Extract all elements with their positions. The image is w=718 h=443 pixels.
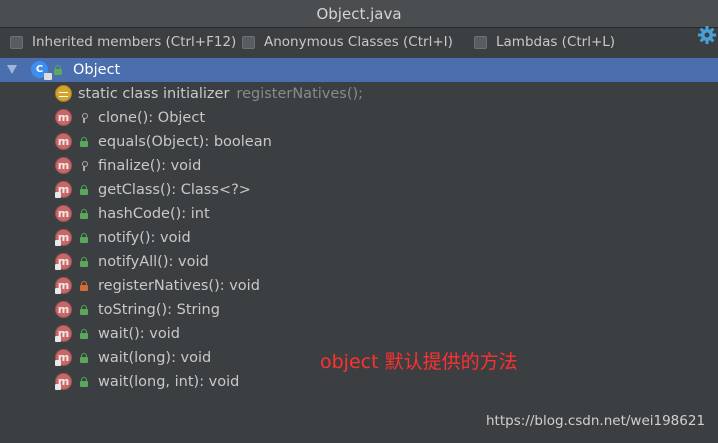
checkbox-box[interactable] xyxy=(242,35,255,49)
method-label: wait(long, int): void xyxy=(98,374,240,390)
method-label: getClass(): Class<?> xyxy=(98,182,251,198)
method-label: hashCode(): int xyxy=(98,206,210,222)
protected-key-icon xyxy=(80,161,88,171)
method-label: toString(): String xyxy=(98,302,220,318)
tree-item-method[interactable]: m finalize(): void xyxy=(0,154,718,178)
public-lock-icon xyxy=(80,209,88,219)
method-icon: m xyxy=(55,229,72,246)
public-lock-icon xyxy=(80,305,88,315)
method-icon: m xyxy=(55,205,72,222)
method-icon: m xyxy=(55,109,72,126)
tree-item-method[interactable]: m wait(): void xyxy=(0,322,718,346)
public-lock-icon xyxy=(80,185,88,195)
method-icon: m xyxy=(55,277,72,294)
tree-item-method[interactable]: m registerNatives(): void xyxy=(0,274,718,298)
watermark: https://blog.csdn.net/wei198621 xyxy=(486,413,706,429)
tree-item-method[interactable]: m toString(): String xyxy=(0,298,718,322)
window-title: Object.java xyxy=(316,5,402,23)
method-label: notifyAll(): void xyxy=(98,254,209,270)
method-label: notify(): void xyxy=(98,230,191,246)
method-label: wait(): void xyxy=(98,326,180,342)
public-lock-icon xyxy=(80,329,88,339)
anonymous-classes-label: Anonymous Classes (Ctrl+I) xyxy=(264,34,453,50)
tree-item-method[interactable]: m clone(): Object xyxy=(0,106,718,130)
lambdas-label: Lambdas (Ctrl+L) xyxy=(496,34,616,50)
inherited-members-label: Inherited members (Ctrl+F12) xyxy=(32,34,237,50)
tree-root-label: Object xyxy=(73,62,121,78)
tree-item-method[interactable]: m getClass(): Class<?> xyxy=(0,178,718,202)
initializer-label: static class initializer registerNatives(… xyxy=(78,86,364,102)
lambdas-checkbox[interactable]: Lambdas (Ctrl+L) xyxy=(474,33,615,51)
checkbox-box[interactable] xyxy=(474,35,487,49)
method-label: registerNatives(): void xyxy=(98,278,260,294)
gear-icon[interactable] xyxy=(697,25,717,45)
method-icon: m xyxy=(55,181,72,198)
method-icon: m xyxy=(55,133,72,150)
tree-root-object[interactable]: C Object xyxy=(0,58,718,82)
initializer-icon xyxy=(55,85,72,102)
method-label: wait(long): void xyxy=(98,350,212,366)
method-label: clone(): Object xyxy=(98,110,206,126)
tree-item-initializer[interactable]: static class initializer registerNatives(… xyxy=(0,82,718,106)
method-icon: m xyxy=(55,253,72,270)
public-lock-icon xyxy=(54,65,62,75)
annotation-text: object 默认提供的方法 xyxy=(320,351,518,373)
class-icon: C xyxy=(31,61,52,80)
tree-item-method[interactable]: m notify(): void xyxy=(0,226,718,250)
protected-key-icon xyxy=(80,113,88,123)
method-label: equals(Object): boolean xyxy=(98,134,272,150)
method-icon: m xyxy=(55,301,72,318)
tree-item-method[interactable]: m hashCode(): int xyxy=(0,202,718,226)
tree-item-method[interactable]: m notifyAll(): void xyxy=(0,250,718,274)
public-lock-icon xyxy=(80,137,88,147)
public-lock-icon xyxy=(80,353,88,363)
private-lock-icon xyxy=(80,281,88,291)
inherited-members-checkbox[interactable]: Inherited members (Ctrl+F12) xyxy=(10,33,236,51)
anonymous-classes-checkbox[interactable]: Anonymous Classes (Ctrl+I) xyxy=(242,33,453,51)
method-icon: m xyxy=(55,157,72,174)
title-bar: Object.java xyxy=(0,0,718,28)
public-lock-icon xyxy=(80,233,88,243)
collapse-arrow-icon[interactable] xyxy=(7,65,17,74)
checkbox-box[interactable] xyxy=(10,35,23,49)
method-label: finalize(): void xyxy=(98,158,202,174)
public-lock-icon xyxy=(80,257,88,267)
method-icon: m xyxy=(55,349,72,366)
method-icon: m xyxy=(55,373,72,390)
filter-toolbar: Inherited members (Ctrl+F12) Anonymous C… xyxy=(0,29,718,56)
tree-item-method[interactable]: m equals(Object): boolean xyxy=(0,130,718,154)
public-lock-icon xyxy=(80,377,88,387)
method-icon: m xyxy=(55,325,72,342)
